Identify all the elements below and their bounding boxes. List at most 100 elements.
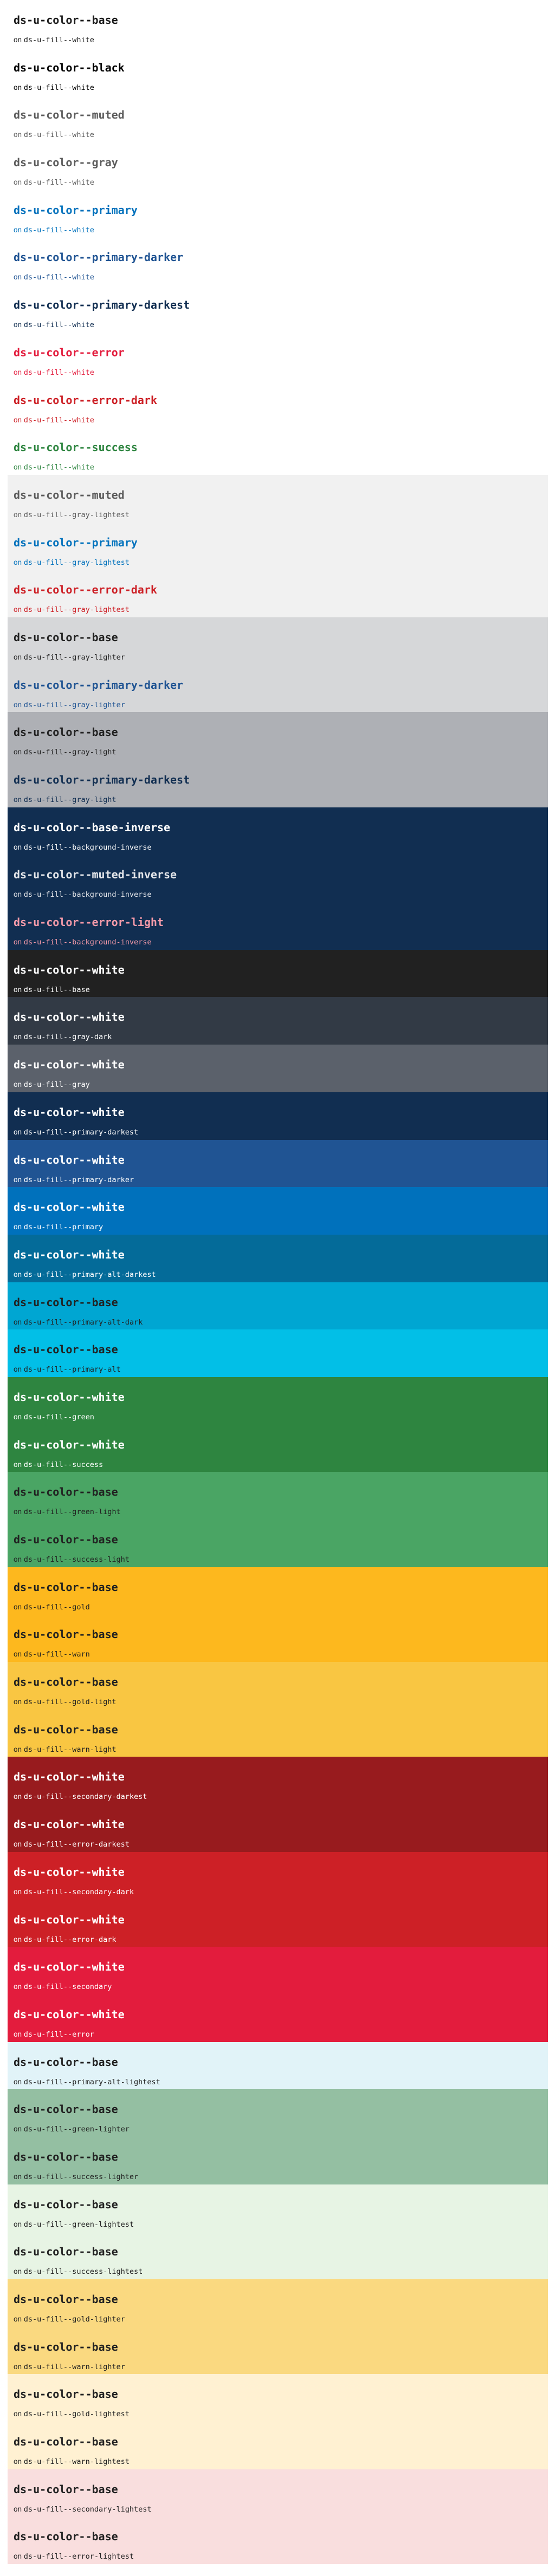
on-label: on bbox=[14, 1033, 24, 1041]
fill-class-name: ds-u-fill--gray-dark bbox=[23, 1033, 112, 1042]
swatch-block: ds-u-color--white on ds-u-fill--secondary… bbox=[8, 1851, 548, 1947]
fill-class-name: ds-u-fill--primary-alt-darkest bbox=[23, 1270, 156, 1279]
color-class-name: ds-u-color--white bbox=[14, 1390, 125, 1404]
fill-class-caption: on ds-u-fill--gray-lighter bbox=[14, 701, 125, 709]
fill-class-name: ds-u-fill--primary-alt-dark bbox=[23, 1318, 143, 1327]
fill-class-caption: on ds-u-fill--primary-darkest bbox=[14, 1129, 138, 1137]
fill-class-name: ds-u-fill--background-inverse bbox=[23, 938, 152, 947]
color-class-name: ds-u-color--primary-darkest bbox=[14, 773, 190, 786]
fill-class-caption: on ds-u-fill--white bbox=[14, 416, 94, 425]
fill-class-name: ds-u-fill--white bbox=[23, 321, 94, 330]
swatch-entry: ds-u-color--black on ds-u-fill--white bbox=[14, 48, 548, 95]
swatch-entry: ds-u-color--base on ds-u-fill--primary-al… bbox=[14, 2042, 548, 2090]
swatch-block: ds-u-color--white on ds-u-fill--primary-a… bbox=[8, 1234, 548, 1282]
fill-class-name: ds-u-fill--error-lightest bbox=[23, 2552, 134, 2561]
swatch-entry: ds-u-color--muted on ds-u-fill--gray-ligh… bbox=[14, 475, 548, 523]
swatch-block: ds-u-color--base on ds-u-fill--green-ligh… bbox=[8, 2089, 548, 2184]
fill-class-name: ds-u-fill--success bbox=[23, 1460, 104, 1469]
on-label: on bbox=[14, 2220, 24, 2228]
fill-class-caption: on ds-u-fill--gold-lightest bbox=[14, 2410, 130, 2418]
color-class-name: ds-u-color--base bbox=[14, 1580, 118, 1594]
swatch-block: ds-u-color--white on ds-u-fill--base bbox=[8, 949, 548, 997]
color-class-name: ds-u-color--base-inverse bbox=[14, 820, 170, 834]
swatch-entry: ds-u-color--muted on ds-u-fill--white bbox=[14, 95, 548, 142]
swatch-block: ds-u-color--white on ds-u-fill--gray bbox=[8, 1045, 548, 1092]
color-class-name: ds-u-color--white bbox=[14, 1153, 125, 1166]
on-label: on bbox=[14, 463, 24, 472]
fill-class-name: ds-u-fill--gray-lightest bbox=[23, 510, 130, 519]
fill-class-name: ds-u-fill--green bbox=[23, 1412, 94, 1421]
color-class-name: ds-u-color--base bbox=[14, 2482, 118, 2496]
swatch-entry: ds-u-color--primary on ds-u-fill--white bbox=[14, 190, 548, 238]
color-class-name: ds-u-color--white bbox=[14, 2007, 125, 2021]
fill-class-name: ds-u-fill--green-lightest bbox=[23, 2220, 134, 2229]
swatch-block: ds-u-color--base on ds-u-fill--gold-light… bbox=[8, 1662, 548, 1757]
swatch-entry: ds-u-color--white on ds-u-fill--secondary bbox=[14, 1947, 548, 1994]
on-label: on bbox=[14, 2362, 24, 2371]
swatch-entry: ds-u-color--white on ds-u-fill--error bbox=[14, 1994, 548, 2042]
on-label: on bbox=[14, 1175, 24, 1184]
fill-class-name: ds-u-fill--gray bbox=[23, 1080, 90, 1090]
fill-class-name: ds-u-fill--error-darkest bbox=[23, 1840, 130, 1849]
swatch-block: ds-u-color--base on ds-u-fill--white ds-u-… bbox=[8, 0, 548, 475]
swatch-block: ds-u-color--base on ds-u-fill--primary-al… bbox=[8, 1282, 548, 1330]
fill-class-name: ds-u-fill--white bbox=[23, 368, 94, 377]
on-label: on bbox=[14, 1887, 24, 1896]
on-label: on bbox=[14, 653, 24, 661]
on-label: on bbox=[14, 985, 24, 994]
fill-class-caption: on ds-u-fill--warn-lighter bbox=[14, 2363, 125, 2371]
swatch-entry: ds-u-color--white on ds-u-fill--primary-a… bbox=[14, 1235, 548, 1282]
swatch-entry: ds-u-color--base on ds-u-fill--primary-al… bbox=[14, 1282, 548, 1330]
fill-class-name: ds-u-fill--primary bbox=[23, 1223, 104, 1232]
swatch-block: ds-u-color--white on ds-u-fill--primary-d… bbox=[8, 1139, 548, 1188]
swatch-entry: ds-u-color--primary-darker on ds-u-fill--… bbox=[14, 237, 548, 285]
on-label: on bbox=[14, 1318, 24, 1326]
on-label: on bbox=[14, 1223, 24, 1231]
fill-class-name: ds-u-fill--secondary-darkest bbox=[23, 1792, 147, 1802]
fill-class-caption: on ds-u-fill--white bbox=[14, 273, 94, 282]
fill-class-caption: on ds-u-fill--white bbox=[14, 83, 94, 92]
color-class-name: ds-u-color--base bbox=[14, 2530, 118, 2544]
on-label: on bbox=[14, 2457, 24, 2466]
on-label: on bbox=[14, 1508, 24, 1516]
fill-class-name: ds-u-fill--white bbox=[23, 225, 94, 234]
swatch-block: ds-u-color--white on ds-u-fill--secondary… bbox=[8, 1757, 548, 1852]
swatch-entry: ds-u-color--base on ds-u-fill--gold-light… bbox=[14, 2374, 548, 2422]
fill-class-name: ds-u-fill--base bbox=[23, 985, 90, 994]
fill-class-name: ds-u-fill--white bbox=[23, 415, 94, 425]
swatch-entry: ds-u-color--base on ds-u-fill--green-ligh… bbox=[14, 2184, 548, 2232]
fill-class-name: ds-u-fill--gray-light bbox=[23, 795, 117, 804]
on-label: on bbox=[14, 2077, 24, 2086]
color-class-name: ds-u-color--base bbox=[14, 1295, 118, 1309]
fill-class-caption: on ds-u-fill--green-lightest bbox=[14, 2220, 134, 2229]
fill-class-name: ds-u-fill--success-light bbox=[23, 1555, 130, 1564]
swatch-entry: ds-u-color--white on ds-u-fill--primary-d… bbox=[14, 1140, 548, 1188]
on-label: on bbox=[14, 1792, 24, 1801]
fill-class-caption: on ds-u-fill--warn bbox=[14, 1651, 90, 1659]
fill-class-name: ds-u-fill--primary-alt bbox=[23, 1365, 121, 1374]
color-class-name: ds-u-color--white bbox=[14, 1770, 125, 1784]
fill-class-caption: on ds-u-fill--success-lighter bbox=[14, 2173, 138, 2181]
swatch-entry: ds-u-color--base-inverse on ds-u-fill--ba… bbox=[14, 807, 548, 855]
swatch-entry: ds-u-color--error-dark on ds-u-fill--gray… bbox=[14, 570, 548, 617]
swatch-entry: ds-u-color--white on ds-u-fill--green bbox=[14, 1377, 548, 1425]
on-label: on bbox=[14, 1602, 24, 1611]
on-label: on bbox=[14, 938, 24, 947]
swatch-entry: ds-u-color--error-light on ds-u-fill--bac… bbox=[14, 902, 548, 950]
on-label: on bbox=[14, 225, 24, 234]
swatch-entry: ds-u-color--muted-inverse on ds-u-fill--b… bbox=[14, 855, 548, 902]
swatch-entry: ds-u-color--white on ds-u-fill--base bbox=[14, 950, 548, 997]
color-class-name: ds-u-color--base bbox=[14, 1343, 118, 1357]
swatch-entry: ds-u-color--base on ds-u-fill--success-li… bbox=[14, 2137, 548, 2184]
swatch-entry: ds-u-color--base on ds-u-fill--success-li… bbox=[14, 1519, 548, 1567]
fill-class-caption: on ds-u-fill--gray-lighter bbox=[14, 654, 125, 662]
fill-class-caption: on ds-u-fill--background-inverse bbox=[14, 843, 151, 852]
fill-class-caption: on ds-u-fill--gray-dark bbox=[14, 1033, 112, 1041]
on-label: on bbox=[14, 83, 24, 92]
color-class-name: ds-u-color--muted bbox=[14, 488, 125, 501]
color-class-name: ds-u-color--white bbox=[14, 1058, 125, 1072]
fill-class-name: ds-u-fill--white bbox=[23, 83, 94, 92]
fill-class-caption: on ds-u-fill--warn-light bbox=[14, 1746, 116, 1754]
color-class-name: ds-u-color--error-light bbox=[14, 916, 164, 929]
color-class-name: ds-u-color--white bbox=[14, 1201, 125, 1214]
